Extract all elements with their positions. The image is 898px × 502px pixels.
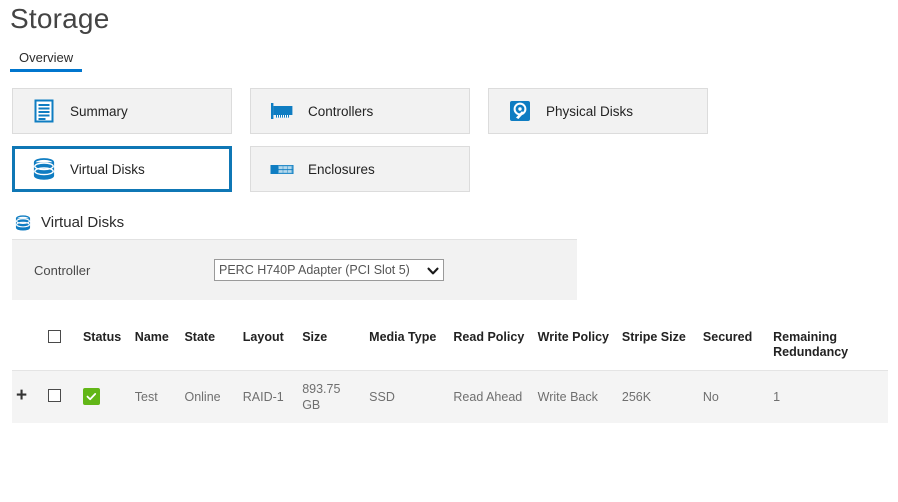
tab-overview[interactable]: Overview — [10, 50, 82, 72]
row-status-cell — [79, 371, 131, 424]
card-controllers-label: Controllers — [308, 104, 373, 119]
row-select-cell — [44, 371, 79, 424]
card-row-1: Summary Controllers — [12, 88, 712, 134]
card-enclosures-label: Enclosures — [308, 162, 375, 177]
card-virtual-disks[interactable]: Virtual Disks — [12, 146, 232, 192]
status-ok-icon — [83, 388, 100, 405]
row-layout: RAID-1 — [239, 371, 298, 424]
row-media-type: SSD — [365, 371, 449, 424]
header-expander — [12, 324, 44, 371]
row-read-policy: Read Ahead — [449, 371, 533, 424]
controller-select-value: PERC H740P Adapter (PCI Slot 5) — [215, 263, 410, 277]
controller-filter-label: Controller — [34, 263, 214, 278]
virtual-disks-section-header: Virtual Disks — [14, 214, 898, 232]
card-physical-disks-label: Physical Disks — [546, 104, 633, 119]
storage-category-cards: Summary Controllers — [12, 88, 712, 192]
card-row-2: Virtual Disks Enclosures — [12, 146, 712, 192]
header-secured[interactable]: Secured — [699, 324, 769, 371]
header-status[interactable]: Status — [79, 324, 131, 371]
section-title: Virtual Disks — [41, 214, 124, 232]
card-virtual-disks-label: Virtual Disks — [70, 162, 145, 177]
row-secured: No — [699, 371, 769, 424]
disk-stack-icon — [31, 156, 57, 182]
header-stripe-size[interactable]: Stripe Size — [618, 324, 699, 371]
row-size: 893.75 GB — [298, 371, 365, 424]
disk-stack-icon — [14, 214, 32, 232]
row-name: Test — [131, 371, 181, 424]
header-layout[interactable]: Layout — [239, 324, 298, 371]
card-physical-disks[interactable]: Physical Disks — [488, 88, 708, 134]
row-checkbox[interactable] — [48, 389, 61, 402]
tab-overview-label: Overview — [19, 50, 73, 65]
row-stripe-size: 256K — [618, 371, 699, 424]
header-select-all — [44, 324, 79, 371]
card-controllers[interactable]: Controllers — [250, 88, 470, 134]
header-media-type[interactable]: Media Type — [365, 324, 449, 371]
header-write-policy[interactable]: Write Policy — [534, 324, 618, 371]
row-expander-cell: + — [12, 371, 44, 424]
header-name[interactable]: Name — [131, 324, 181, 371]
card-summary-label: Summary — [70, 104, 128, 119]
table-header-row: Status Name State Layout Size Media Type… — [12, 324, 888, 371]
expand-row-icon[interactable]: + — [16, 389, 27, 403]
card-enclosures[interactable]: Enclosures — [250, 146, 470, 192]
controller-filter-panel: Controller PERC H740P Adapter (PCI Slot … — [12, 239, 577, 300]
header-state[interactable]: State — [180, 324, 238, 371]
virtual-disks-table-container: Status Name State Layout Size Media Type… — [12, 324, 892, 423]
enclosure-icon — [269, 156, 295, 182]
tab-bar: Overview — [10, 42, 898, 72]
virtual-disks-table: Status Name State Layout Size Media Type… — [12, 324, 888, 423]
table-row: + Test Online RAID-1 893.75 GB SSD — [12, 371, 888, 424]
row-write-policy: Write Back — [534, 371, 618, 424]
pci-card-icon — [269, 98, 295, 124]
select-all-checkbox[interactable] — [48, 330, 61, 343]
header-remaining-redundancy[interactable]: Remaining Redundancy — [769, 324, 888, 371]
page-title: Storage — [10, 2, 898, 36]
hard-disk-icon — [507, 98, 533, 124]
row-remaining-redundancy: 1 — [769, 371, 888, 424]
chevron-down-icon — [427, 264, 439, 276]
row-state: Online — [180, 371, 238, 424]
controller-select[interactable]: PERC H740P Adapter (PCI Slot 5) — [214, 259, 444, 281]
header-size[interactable]: Size — [298, 324, 365, 371]
document-icon — [31, 98, 57, 124]
card-summary[interactable]: Summary — [12, 88, 232, 134]
header-read-policy[interactable]: Read Policy — [449, 324, 533, 371]
